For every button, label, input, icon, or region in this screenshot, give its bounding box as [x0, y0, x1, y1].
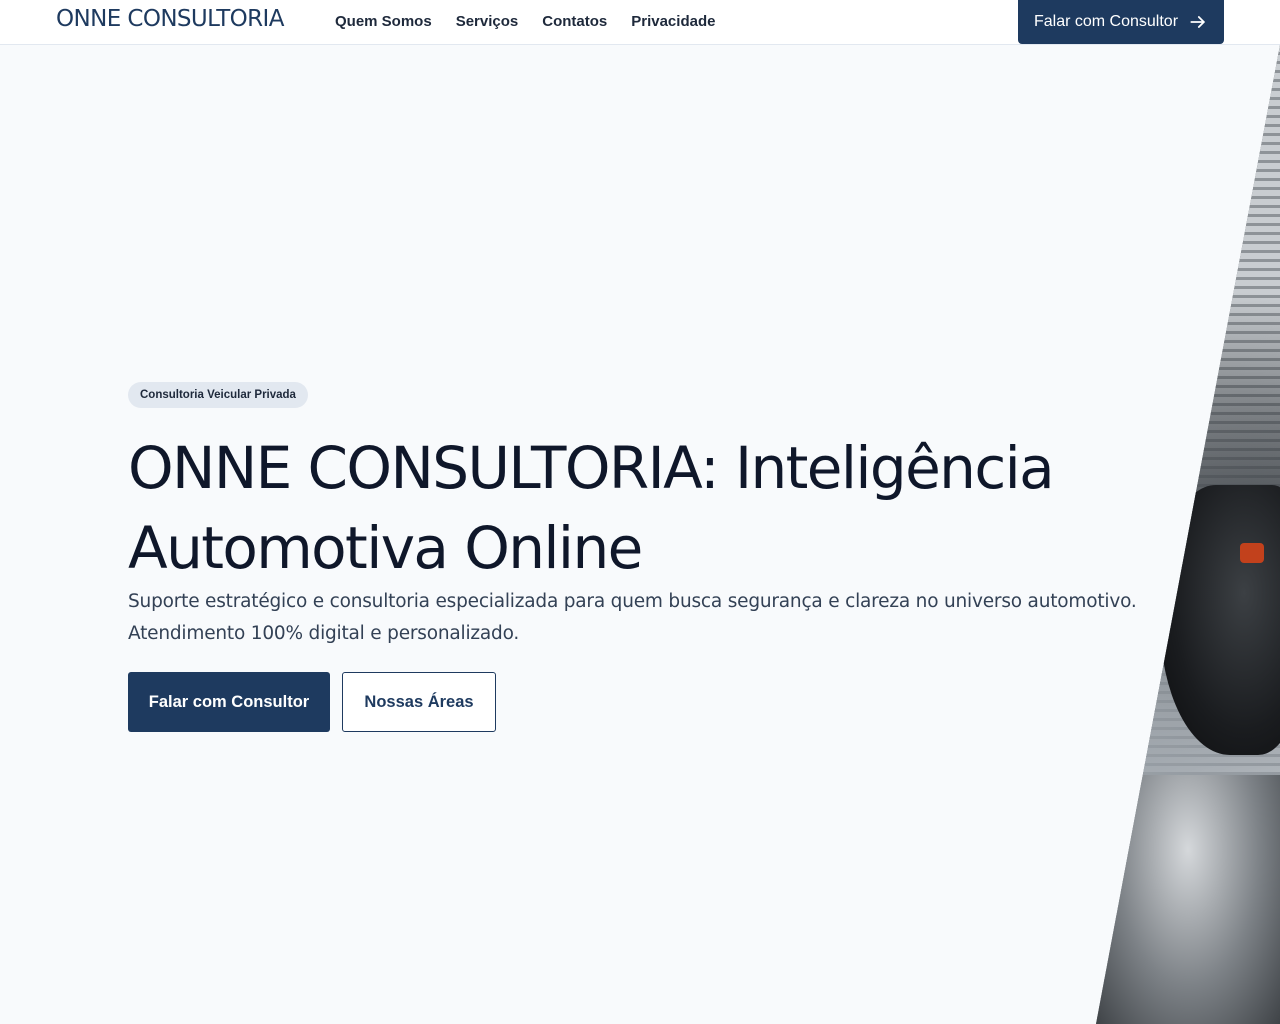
brand-logo[interactable]: ONNE CONSULTORIA: [56, 6, 284, 32]
hero-subtext: Suporte estratégico e consultoria especi…: [128, 591, 1137, 644]
hero-consultant-button[interactable]: Falar com Consultor: [128, 672, 330, 732]
nav-link-servicos[interactable]: Serviços: [456, 13, 519, 30]
nav-link-privacidade[interactable]: Privacidade: [631, 13, 715, 30]
hero-badge: Consultoria Veicular Privada: [128, 382, 308, 408]
hero-headline: ONNE CONSULTORIA: Inteligência Automotiv…: [128, 434, 1055, 582]
nav-link-contatos[interactable]: Contatos: [542, 13, 607, 30]
site-header: ONNE CONSULTORIA Quem Somos Serviços Con…: [0, 0, 1280, 45]
hero-image-car-light: [1240, 543, 1264, 563]
hero-areas-button[interactable]: Nossas Áreas: [342, 672, 496, 732]
arrow-right-icon: [1190, 16, 1205, 28]
nav-link-quem-somos[interactable]: Quem Somos: [335, 13, 432, 30]
hero-image-floor: [1096, 775, 1280, 1024]
main-nav: Quem Somos Serviços Contatos Privacidade: [335, 13, 739, 30]
header-consultant-label: Falar com Consultor: [1033, 13, 1179, 30]
header-consultant-button[interactable]: Falar com Consultor: [1018, 0, 1224, 44]
